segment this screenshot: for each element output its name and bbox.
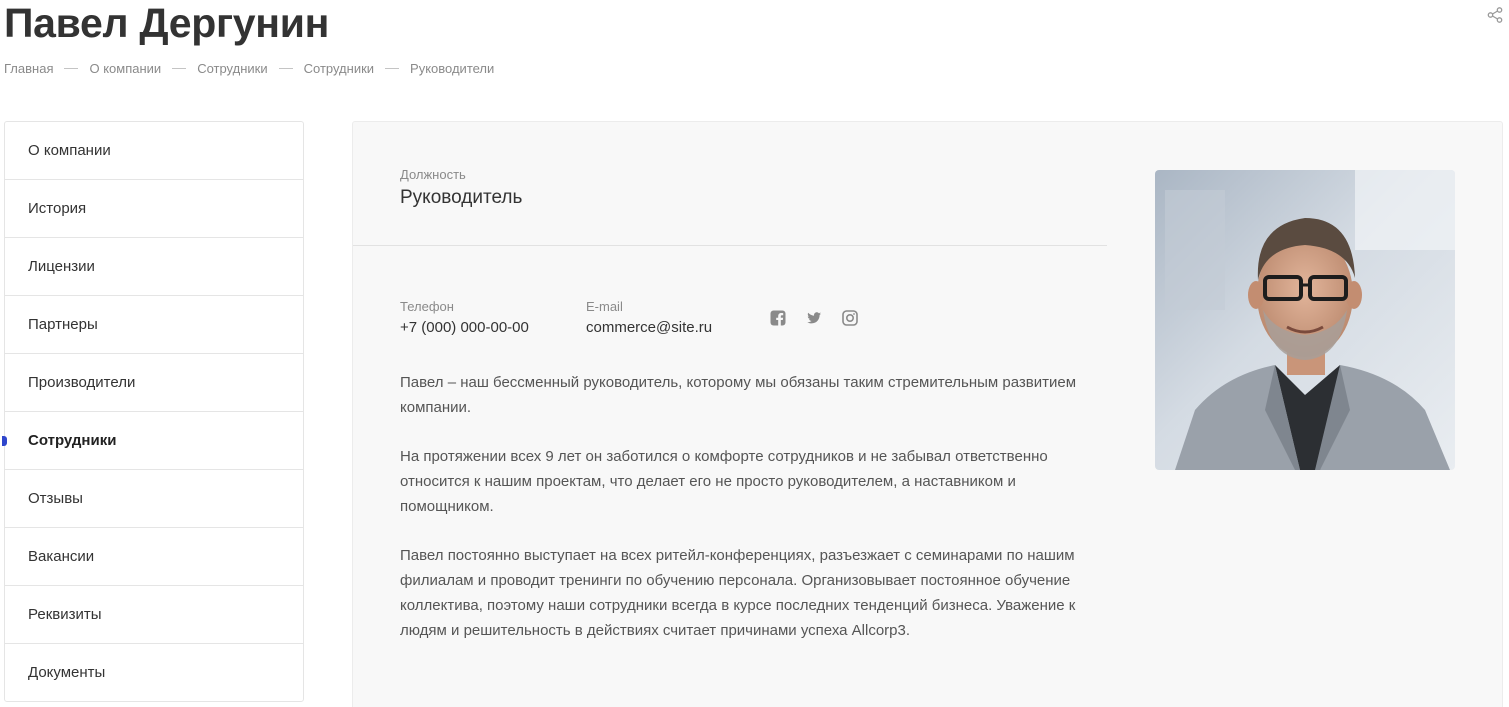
sidebar-item-requisites[interactable]: Реквизиты [5,586,303,644]
breadcrumb-current: Руководители [410,61,495,76]
sidebar-item-reviews[interactable]: Отзывы [5,470,303,528]
sidebar-item-history[interactable]: История [5,180,303,238]
email-value[interactable]: commerce@site.ru [586,319,712,336]
sidebar-menu: О компании История Лицензии Партнеры Про… [2,121,304,702]
share-icon[interactable] [1487,7,1503,23]
facebook-icon[interactable] [770,310,786,326]
phone-label: Телефон [400,299,454,314]
phone-value[interactable]: +7 (000) 000-00-00 [400,319,529,336]
breadcrumb-separator [172,68,187,69]
position-label: Должность [400,167,466,182]
sidebar-item-about[interactable]: О компании [5,122,303,180]
bio-paragraph: Павел – наш бессменный руководитель, кот… [400,374,1077,416]
divider [353,245,1107,246]
page-title: Павел Дергунин [4,0,330,46]
breadcrumb: Главная О компании Сотрудники Сотрудники… [4,61,494,76]
sidebar-item-documents[interactable]: Документы [5,644,303,701]
breadcrumb-separator [278,68,293,69]
employee-card: Должность Руководитель Телефон +7 (000) … [352,121,1503,707]
breadcrumb-link-staff-2[interactable]: Сотрудники [304,61,374,76]
email-label: E-mail [586,299,623,314]
position-value: Руководитель [400,187,523,208]
bio-paragraph: На протяжении всех 9 лет он заботился о … [400,448,1048,515]
employee-photo [1155,170,1455,470]
sidebar-item-partners[interactable]: Партнеры [5,296,303,354]
sidebar-item-licenses[interactable]: Лицензии [5,238,303,296]
sidebar-item-vacancies[interactable]: Вакансии [5,528,303,586]
breadcrumb-link-home[interactable]: Главная [4,61,53,76]
breadcrumb-separator [385,68,400,69]
breadcrumb-separator [64,68,79,69]
instagram-icon[interactable] [842,310,858,326]
sidebar-item-staff[interactable]: Сотрудники [2,412,303,470]
breadcrumb-link-about[interactable]: О компании [89,61,161,76]
twitter-icon[interactable] [806,310,822,326]
bio-paragraph: Павел постоянно выступает на всех ритейл… [400,547,1076,639]
sidebar-item-manufacturers[interactable]: Производители [5,354,303,412]
breadcrumb-link-staff[interactable]: Сотрудники [197,61,267,76]
employee-bio: Павел – наш бессменный руководитель, кот… [400,370,1112,667]
